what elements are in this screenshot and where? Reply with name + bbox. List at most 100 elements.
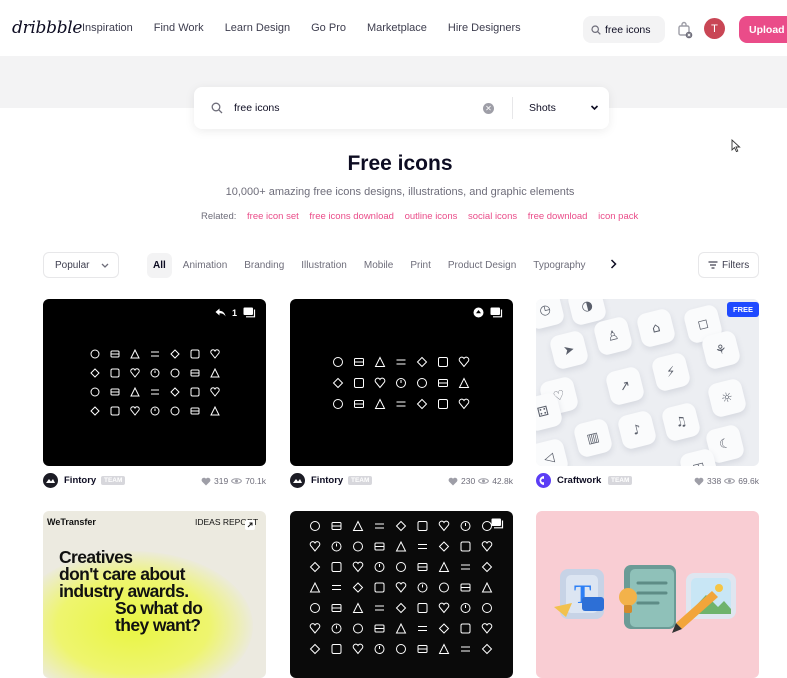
preview-glyph-icon [210,349,220,359]
preview-glyph-icon [190,407,200,415]
chevron-right-icon[interactable] [610,259,617,269]
related-link[interactable]: outline icons [405,211,458,222]
preview-glyph-icon [461,564,470,570]
chevron-down-icon[interactable] [590,103,599,112]
preview-glyph-icon [309,623,321,634]
main-search-bar: free icons ✕ Shots [194,87,609,129]
tile-glyph-icon: ▥ [585,429,601,447]
tab-branding[interactable]: Branding [238,253,290,278]
preview-glyph-icon [353,623,363,634]
preview-glyph-icon [396,359,406,365]
author-name[interactable]: Fintory [311,475,343,486]
related-link[interactable]: free icon set [247,211,299,222]
tab-animation[interactable]: Animation [177,253,233,278]
shot-card[interactable]: WeTransfer IDEAS REPORT Creatives don't … [43,511,266,678]
tile-glyph-icon: ♫ [673,413,689,431]
preview-glyph-icon [90,387,100,397]
nav-inspiration[interactable]: Inspiration [82,22,133,34]
preview-glyph-icon [460,603,471,613]
related-link[interactable]: free download [528,211,588,222]
preview-glyph-icon [331,541,342,552]
shot-card[interactable]: ◷◑⌂◻➤♙⚘♡↗⚡☼⚃▥♪♫☾◁◫ FREE [536,299,759,466]
upload-button[interactable]: Upload [739,16,787,43]
clear-search-icon[interactable]: ✕ [483,103,494,114]
preview-glyph-icon [481,561,493,573]
related-link[interactable]: social icons [468,211,517,222]
author-name[interactable]: Craftwork [557,475,601,486]
related-link[interactable]: icon pack [598,211,638,222]
preview-glyph-icon [460,583,471,592]
wetransfer-headline: Creatives don't care about industry awar… [59,548,203,635]
nav-marketplace[interactable]: Marketplace [367,22,427,34]
nav-find-work[interactable]: Find Work [154,22,204,34]
nav-go-pro[interactable]: Go Pro [311,22,346,34]
sort-dropdown[interactable]: Popular [43,252,119,278]
preview-glyph-icon [130,386,140,397]
author-avatar[interactable] [43,473,58,488]
preview-glyph-icon [438,541,450,552]
icon-set-preview [332,356,470,410]
heart-icon[interactable] [201,477,211,486]
heart-icon[interactable] [448,477,458,486]
preview-glyph-icon [375,523,384,529]
shot-card[interactable] [290,299,513,466]
tab-print[interactable]: Print [404,253,437,278]
preview-glyph-icon [458,377,470,388]
related-link[interactable]: free icons download [309,211,394,222]
team-badge: TEAM [608,476,633,485]
heart-icon[interactable] [694,477,704,486]
preview-glyph-icon [190,387,200,397]
sort-value: Popular [55,259,90,271]
preview-glyph-icon [309,643,321,655]
tile-glyph-icon: ⚃ [536,403,551,421]
tab-product-design[interactable]: Product Design [442,253,522,278]
preview-glyph-icon [438,561,450,572]
preview-glyph-icon [438,643,450,654]
shot-card[interactable]: 1 [43,299,266,466]
preview-glyph-icon [438,399,448,409]
tab-illustration[interactable]: Illustration [295,253,353,278]
search-icon [591,24,601,35]
views-count: 70.1k [245,476,266,486]
author-avatar[interactable] [536,473,551,488]
icon-tile: ☼ [706,377,748,419]
shot-card[interactable]: T [536,511,759,678]
main-search-input[interactable]: free icons [234,102,280,114]
shopping-bag-icon[interactable] [677,21,693,39]
tile-glyph-icon: ⚡ [664,363,678,381]
eye-icon [478,478,490,484]
preview-glyph-icon [309,561,321,573]
tab-typography[interactable]: Typography [527,253,591,278]
preview-glyph-icon [481,643,493,655]
tab-mobile[interactable]: Mobile [358,253,399,278]
tile-glyph-icon: ↗ [617,377,633,395]
tile-glyph-icon: ⚘ [713,341,729,359]
shot-meta: Craftwork TEAM 338 69.6k [536,470,759,490]
author-avatar[interactable] [290,473,305,488]
shot-card[interactable] [290,511,513,678]
icon-tile: ⌂ [635,307,677,349]
author-name[interactable]: Fintory [64,475,96,486]
filters-button[interactable]: Filters [698,252,759,278]
preview-glyph-icon [417,563,428,571]
preview-glyph-icon [481,541,493,552]
nav-learn-design[interactable]: Learn Design [225,22,290,34]
preview-glyph-icon [417,645,428,653]
tile-glyph-icon: ♪ [631,421,643,439]
preview-glyph-icon [416,356,428,368]
nav-hire-designers[interactable]: Hire Designers [448,22,521,34]
search-type-select[interactable]: Shots [529,102,556,114]
preview-glyph-icon [331,623,342,634]
likes-count: 338 [707,476,722,486]
user-avatar[interactable]: T [704,18,725,39]
tab-all[interactable]: All [147,253,172,278]
preview-glyph-icon [460,521,471,531]
related-label: Related: [201,211,237,222]
dribbble-logo[interactable]: dribbble [12,18,83,38]
icon-set-preview [90,348,220,416]
preview-glyph-icon [416,398,428,410]
header-search-input[interactable]: free icons [583,16,665,43]
preview-glyph-icon [374,624,385,633]
shot-stats: 338 69.6k [694,476,759,486]
headline-line: they want? [115,615,201,635]
